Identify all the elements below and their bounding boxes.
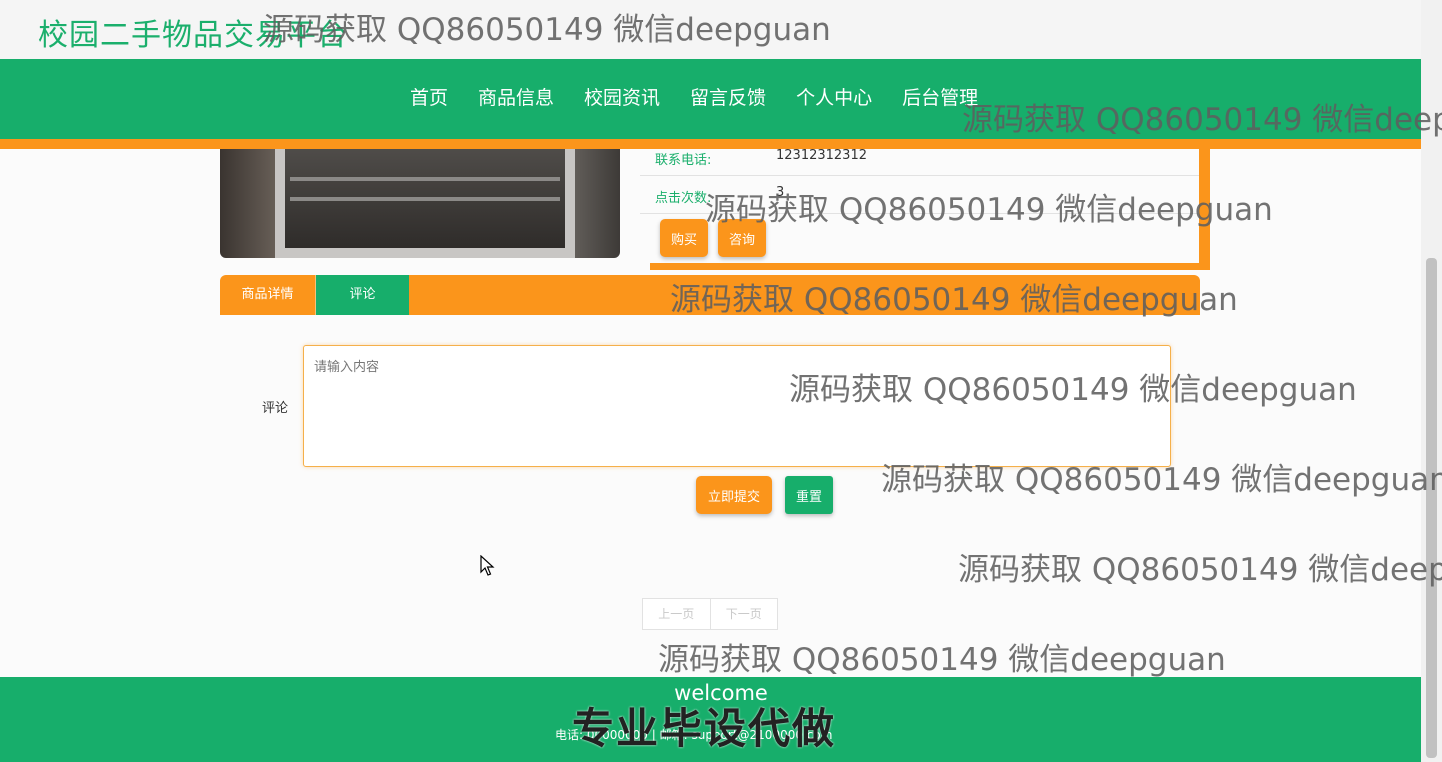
main-content: 联系电话: 12312312312 点击次数: 3 购买 咨询 商品详情 评论 … — [0, 149, 1421, 677]
page-scrollbar[interactable] — [1421, 0, 1442, 762]
phone-value: 12312312312 — [776, 149, 867, 163]
pagination: 上一页 下一页 — [642, 598, 778, 630]
reset-button[interactable]: 重置 — [785, 476, 833, 514]
prev-page-button[interactable]: 上一页 — [643, 599, 710, 629]
site-title: 校园二手物品交易平台 — [38, 10, 348, 54]
clicks-label: 点击次数: — [655, 187, 711, 206]
main-nav: 首页 商品信息 校园资讯 留言反馈 个人中心 后台管理 — [0, 59, 1421, 139]
info-row-phone: 联系电话: 12312312312 — [640, 149, 1200, 176]
nav-accent-bar — [0, 139, 1421, 149]
nav-item-home[interactable]: 首页 — [395, 83, 463, 110]
product-image-shelf — [290, 197, 560, 201]
nav-item-admin[interactable]: 后台管理 — [887, 83, 993, 110]
submit-button[interactable]: 立即提交 — [696, 476, 772, 514]
mouse-cursor-icon — [480, 555, 496, 577]
tab-comment[interactable]: 评论 — [316, 275, 409, 315]
comment-input[interactable] — [303, 345, 1171, 467]
product-image-shelf — [290, 177, 560, 181]
top-header: 校园二手物品交易平台 — [0, 0, 1421, 59]
clicks-value: 3 — [776, 185, 784, 200]
phone-label: 联系电话: — [655, 149, 711, 168]
scrollbar-thumb[interactable] — [1426, 258, 1437, 758]
tab-detail[interactable]: 商品详情 — [220, 275, 315, 315]
comment-label: 评论 — [262, 397, 288, 416]
consult-button[interactable]: 咨询 — [718, 219, 766, 257]
nav-item-feedback[interactable]: 留言反馈 — [675, 83, 781, 110]
buy-button[interactable]: 购买 — [660, 219, 708, 257]
info-row-clicks: 点击次数: 3 — [640, 175, 1200, 214]
nav-list: 首页 商品信息 校园资讯 留言反馈 个人中心 后台管理 — [395, 83, 993, 110]
nav-item-news[interactable]: 校园资讯 — [569, 83, 675, 110]
footer-stamp: 专业毕设代做 — [572, 695, 836, 756]
info-accent-right — [1199, 149, 1210, 270]
product-image-frame — [275, 149, 575, 258]
nav-item-products[interactable]: 商品信息 — [463, 83, 569, 110]
next-page-button[interactable]: 下一页 — [710, 599, 778, 629]
product-tabs: 商品详情 评论 — [220, 275, 1200, 315]
product-image — [220, 149, 620, 258]
info-accent-bottom — [650, 263, 1210, 270]
nav-item-profile[interactable]: 个人中心 — [781, 83, 887, 110]
footer: welcome 电话: 00000000 | 邮箱: support@21000… — [0, 677, 1421, 762]
